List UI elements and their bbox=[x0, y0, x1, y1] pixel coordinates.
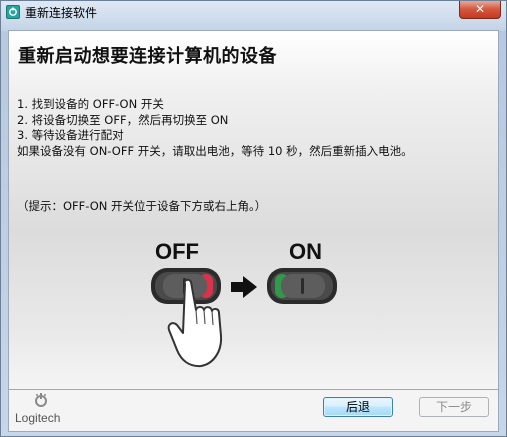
content-panel: 重新启动想要连接计算机的设备 1. 找到设备的 OFF-ON 开关 2. 将设备… bbox=[8, 30, 499, 390]
hint-text: （提示：OFF-ON 开关位于设备下方或右上角。） bbox=[17, 199, 267, 213]
step-3: 3. 等待设备进行配对 bbox=[17, 128, 124, 142]
step-1: 1. 找到设备的 OFF-ON 开关 bbox=[17, 97, 164, 111]
window-title: 重新连接软件 bbox=[25, 6, 98, 20]
switch-illustration: OFF ON bbox=[139, 236, 369, 376]
arrow-right-icon bbox=[231, 276, 257, 298]
instructions: 1. 找到设备的 OFF-ON 开关 2. 将设备切换至 OFF，然后再切换至 … bbox=[17, 97, 487, 159]
back-button[interactable]: 后退 bbox=[323, 397, 393, 417]
app-icon bbox=[6, 5, 20, 19]
on-label: ON bbox=[289, 239, 322, 264]
logitech-logo: Logitech bbox=[15, 390, 75, 430]
step-2: 2. 将设备切换至 OFF，然后再切换至 ON bbox=[17, 112, 229, 127]
battery-instruction: 如果设备没有 ON-OFF 开关，请取出电池，等待 10 秒，然后重新插入电池。 bbox=[17, 143, 413, 158]
title-bar[interactable]: 重新连接软件 ✕ bbox=[1, 1, 506, 23]
page-title: 重新启动想要连接计算机的设备 bbox=[18, 46, 277, 67]
close-button[interactable]: ✕ bbox=[459, 1, 501, 19]
logitech-mark-icon bbox=[35, 393, 47, 407]
dialog-window: 重新连接软件 ✕ 重新启动想要连接计算机的设备 1. 找到设备的 OFF-ON … bbox=[0, 0, 507, 437]
next-button[interactable]: 下一步 bbox=[419, 397, 489, 417]
footer-bar: Logitech 后退 下一步 bbox=[8, 390, 499, 432]
off-label: OFF bbox=[155, 239, 199, 264]
close-icon: ✕ bbox=[474, 2, 486, 16]
logo-text: Logitech bbox=[15, 411, 61, 425]
on-switch-icon bbox=[267, 268, 337, 304]
